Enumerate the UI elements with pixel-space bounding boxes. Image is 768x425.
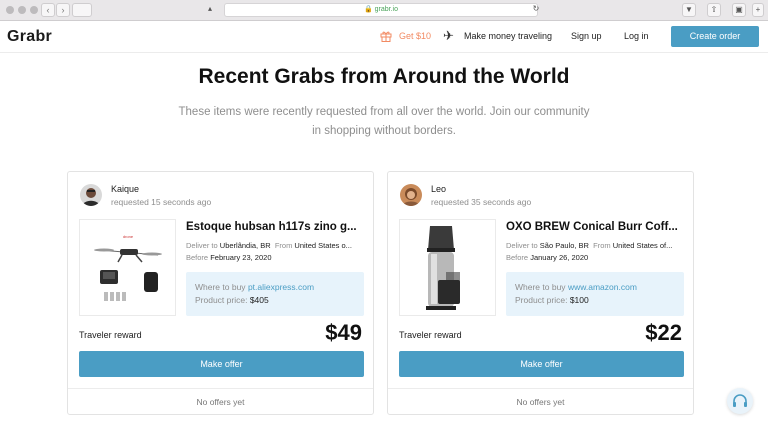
- close-window-dot[interactable]: [6, 6, 14, 14]
- airplane-icon: ✈: [443, 28, 454, 43]
- traveler-reward-value: $49: [325, 320, 362, 345]
- reload-icon[interactable]: ↻: [529, 3, 543, 17]
- address-url: grabr.io: [374, 6, 399, 13]
- site-header: Grabr Get $10 ✈ Make money traveling Sig…: [0, 21, 768, 53]
- request-time: requested 35 seconds ago: [431, 197, 532, 207]
- gift-icon: [380, 30, 392, 42]
- from-label: From: [274, 241, 293, 250]
- headset-icon: [727, 394, 753, 418]
- support-chat-button[interactable]: [727, 388, 753, 414]
- page-subtitle: These items were recently requested from…: [178, 106, 590, 137]
- download-icon[interactable]: ▼: [682, 3, 696, 17]
- grab-card[interactable]: Kaique requested 15 seconds ago drone Es…: [67, 171, 374, 415]
- where-to-buy: Where to buy pt.aliexpress.com: [195, 282, 314, 292]
- grabr-logo[interactable]: Grabr: [7, 28, 52, 46]
- traveler-reward-label: Traveler reward: [399, 330, 462, 340]
- make-money-link[interactable]: Make money traveling: [464, 31, 552, 41]
- store-link[interactable]: pt.aliexpress.com: [248, 282, 314, 292]
- offers-status: No offers yet: [68, 388, 373, 415]
- where-label: Where to buy: [515, 282, 566, 292]
- drone-kit-image[interactable]: drone: [79, 219, 176, 316]
- grab-card[interactable]: Leo requested 35 seconds ago OXO BREW Co…: [387, 171, 694, 415]
- deliver-label: Deliver to: [186, 241, 218, 250]
- before-label: Before: [506, 253, 529, 262]
- avatar: [400, 184, 422, 206]
- minimize-window-dot[interactable]: [18, 6, 26, 14]
- avatar: [80, 184, 102, 206]
- share-icon[interactable]: ⇧: [707, 3, 721, 17]
- delivery-info: Deliver to São Paulo, BR From United Sta…: [506, 241, 672, 250]
- before-date: February 23, 2020: [210, 253, 272, 262]
- signup-link[interactable]: Sign up: [571, 31, 602, 41]
- product-title[interactable]: OXO BREW Conical Burr Coff...: [506, 221, 686, 233]
- page-title: Recent Grabs from Around the World: [198, 65, 570, 88]
- sidebar-icon[interactable]: [72, 3, 92, 17]
- traveler-reward-value: $22: [645, 320, 682, 345]
- store-link[interactable]: www.amazon.com: [568, 282, 637, 292]
- get-10-link[interactable]: Get $10: [399, 31, 431, 41]
- from-location: United States of...: [612, 241, 673, 250]
- user-name[interactable]: Leo: [431, 184, 446, 194]
- create-order-button[interactable]: Create order: [671, 26, 759, 47]
- make-offer-button[interactable]: Make offer: [399, 351, 684, 377]
- make-offer-button[interactable]: Make offer: [79, 351, 364, 377]
- product-title[interactable]: Estoque hubsan h117s zino g...: [186, 221, 366, 233]
- request-time: requested 15 seconds ago: [111, 197, 212, 207]
- traveler-reward-label: Traveler reward: [79, 330, 142, 340]
- tabs-icon[interactable]: ▣: [732, 3, 746, 17]
- from-label: From: [593, 241, 611, 250]
- coffee-grinder-image[interactable]: [399, 219, 496, 316]
- from-location: United States o...: [294, 241, 352, 250]
- delivery-info: Deliver to Uberlândia, BR From United St…: [186, 241, 352, 250]
- zoom-window-dot[interactable]: [30, 6, 38, 14]
- shield-icon[interactable]: ▴: [203, 3, 217, 17]
- lock-icon: 🔒: [363, 6, 373, 13]
- where-to-buy-box: Where to buy www.amazon.com Product pric…: [506, 272, 684, 316]
- where-to-buy-box: Where to buy pt.aliexpress.com Product p…: [186, 272, 364, 316]
- forward-icon[interactable]: ›: [56, 3, 70, 17]
- deliver-label: Deliver to: [506, 241, 538, 250]
- before-label: Before: [186, 253, 209, 262]
- product-price: Product price: $405: [195, 295, 269, 305]
- price-value: $405: [249, 295, 269, 305]
- address-bar[interactable]: 🔒 grabr.io: [224, 3, 538, 17]
- svg-text:drone: drone: [123, 234, 134, 239]
- deliver-to: São Paulo, BR: [539, 241, 589, 250]
- price-value: $100: [569, 295, 589, 305]
- before-info: Before February 23, 2020: [186, 253, 272, 262]
- user-name[interactable]: Kaique: [111, 184, 139, 194]
- back-icon[interactable]: ‹: [41, 3, 55, 17]
- new-tab-icon[interactable]: +: [752, 3, 764, 17]
- login-link[interactable]: Log in: [624, 31, 649, 41]
- offers-status: No offers yet: [388, 388, 693, 415]
- product-price: Product price: $100: [515, 295, 589, 305]
- before-info: Before January 26, 2020: [506, 253, 588, 262]
- price-label: Product price:: [515, 295, 568, 305]
- where-to-buy: Where to buy www.amazon.com: [515, 282, 637, 292]
- before-date: January 26, 2020: [530, 253, 589, 262]
- browser-toolbar: ‹ › ▴ 🔒 grabr.io ↻ ▼ ⇧ ▣ +: [0, 0, 768, 21]
- price-label: Product price:: [195, 295, 248, 305]
- where-label: Where to buy: [195, 282, 246, 292]
- deliver-to: Uberlândia, BR: [219, 241, 271, 250]
